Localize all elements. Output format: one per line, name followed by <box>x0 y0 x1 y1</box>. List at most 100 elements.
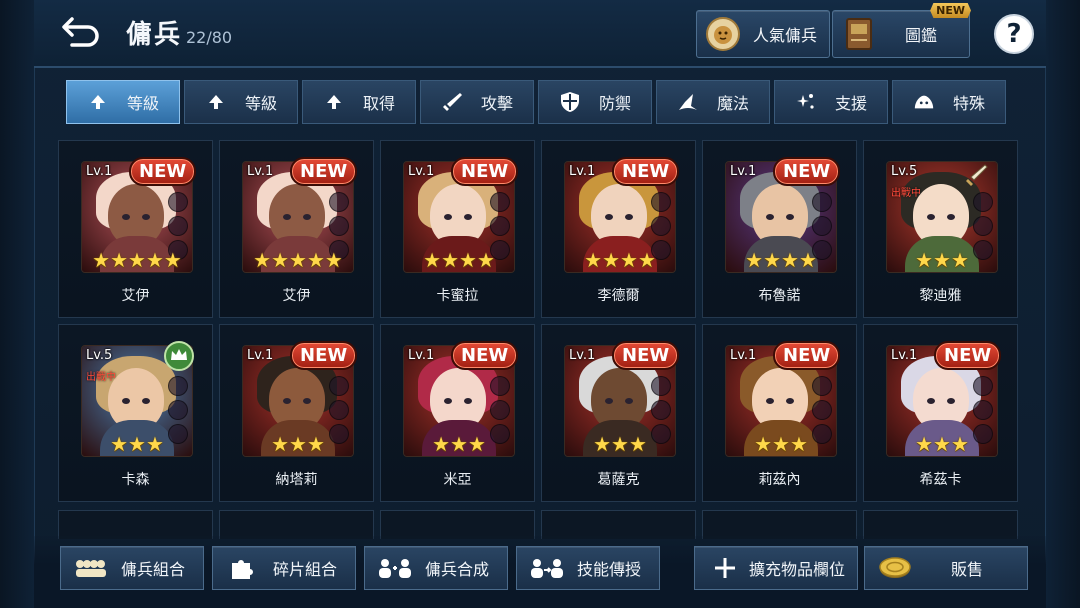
star-icon: ★ <box>450 432 468 456</box>
mercenary-grid: Lv.1 ★ ★ ★ ★ ★ NEW 艾伊 Lv.1 ★ ★ ★ ★ ★ NEW 艾伊 Lv.1 ★ ★ ★ ★ NEW 卡… <box>58 140 1022 502</box>
star-icon: ★ <box>745 248 764 272</box>
bottom-button-5[interactable]: 販售 <box>864 546 1028 590</box>
star-icon: ★ <box>324 248 343 272</box>
card-peek <box>58 510 213 539</box>
star-icon: ★ <box>933 432 951 456</box>
book-icon <box>846 18 872 50</box>
mercenary-card[interactable]: Lv.1 ★ ★ ★ NEW 納塔莉 <box>219 324 374 502</box>
star-icon: ★ <box>110 432 129 456</box>
bottom-button-2[interactable]: 傭兵合成 <box>364 546 508 590</box>
filter-tab-7[interactable]: 特殊 <box>892 80 1006 124</box>
filter-tab-label: 防禦 <box>598 94 631 113</box>
filter-tab-4[interactable]: 防禦 <box>538 80 652 124</box>
level-label: Lv.1 <box>247 348 274 363</box>
next-row-peek <box>58 510 1022 539</box>
star-rating: ★ ★ ★ <box>565 434 675 454</box>
bottom-button-4[interactable]: 擴充物品欄位 <box>694 546 858 590</box>
mercenary-name: 米亞 <box>443 472 472 488</box>
star-icon: ★ <box>602 248 620 272</box>
level-label: Lv.5 <box>891 164 918 179</box>
mercenary-card[interactable]: Lv.1 ★ ★ ★ ★ NEW 布魯諾 <box>702 140 857 318</box>
bottom-button-label: 技能傳授 <box>576 560 641 579</box>
back-button[interactable] <box>58 12 104 52</box>
star-icon: ★ <box>289 432 307 456</box>
mercenary-card[interactable]: Lv.1 ★ ★ ★ ★ NEW 李德爾 <box>541 140 696 318</box>
filter-tab-3[interactable]: 攻擊 <box>420 80 534 124</box>
filter-tab-label: 攻擊 <box>480 94 513 113</box>
mercenary-count: 22/80 <box>186 28 233 47</box>
star-icon: ★ <box>789 432 808 456</box>
star-rating: ★ ★ ★ ★ <box>726 250 836 270</box>
shield-icon <box>559 91 581 113</box>
filter-tab-label: 等級 <box>126 94 159 113</box>
card-peek <box>380 510 535 539</box>
encyclopedia-button[interactable]: 圖鑑 NEW <box>832 3 971 58</box>
new-badge: NEW <box>129 157 197 186</box>
mercenary-name: 希茲卡 <box>919 472 962 488</box>
star-icon: ★ <box>92 248 111 272</box>
mercenary-card[interactable]: Lv.1 ★ ★ ★ NEW 希茲卡 <box>863 324 1018 502</box>
star-icon: ★ <box>163 248 182 272</box>
mercenary-card[interactable]: Lv.1 ★ ★ ★ ★ ★ NEW 艾伊 <box>219 140 374 318</box>
attack-class-icon <box>963 163 993 193</box>
new-badge: NEW <box>451 157 519 186</box>
bottom-button-label: 傭兵組合 <box>120 560 185 579</box>
bottom-button-3[interactable]: 技能傳授 <box>516 546 660 590</box>
level-label: Lv.1 <box>408 164 435 179</box>
mercenary-card[interactable]: Lv.1 ★ ★ ★ NEW 葛薩克 <box>541 324 696 502</box>
star-icon: ★ <box>145 248 164 272</box>
new-badge: NEW <box>612 157 680 186</box>
filter-tab-label: 等級 <box>244 94 277 113</box>
star-icon: ★ <box>781 248 799 272</box>
filter-tab-5[interactable]: 魔法 <box>656 80 770 124</box>
star-icon: ★ <box>306 432 325 456</box>
star-icon: ★ <box>476 248 495 272</box>
star-icon: ★ <box>584 248 603 272</box>
bottom-button-1[interactable]: 碎片組合 <box>212 546 356 590</box>
left-decoration <box>0 0 36 608</box>
star-icon: ★ <box>754 432 773 456</box>
star-icon: ★ <box>306 248 325 272</box>
star-icon: ★ <box>110 248 129 272</box>
star-rating: ★ ★ ★ ★ ★ <box>82 250 192 270</box>
wizard-hat-icon <box>677 91 699 113</box>
filter-tab-label: 支援 <box>834 94 867 113</box>
star-icon: ★ <box>763 248 781 272</box>
filter-tab-6[interactable]: 支援 <box>774 80 888 124</box>
star-rating: ★ ★ ★ ★ <box>565 250 675 270</box>
right-decoration <box>1044 0 1080 608</box>
new-badge: NEW <box>612 341 680 370</box>
sparkle-icon <box>795 91 817 113</box>
filter-tab-2[interactable]: 取得 <box>302 80 416 124</box>
new-badge: NEW <box>773 157 841 186</box>
mercenary-name: 卡森 <box>121 472 150 488</box>
bottom-button-0[interactable]: 傭兵組合 <box>60 546 204 590</box>
mercenary-name: 莉茲內 <box>758 472 801 488</box>
arrow-up-icon <box>323 91 345 113</box>
sort-filter-bar: 等級 等級 取得 攻擊 防禦 魔法 支援 特殊 <box>66 80 1006 124</box>
filter-tab-0[interactable]: 等級 <box>66 80 180 124</box>
mercenary-name: 李德爾 <box>597 288 640 304</box>
mercenary-card[interactable]: Lv.5 出戰中 ★ ★ ★ 黎迪雅 <box>863 140 1018 318</box>
mercenary-card[interactable]: Lv.1 ★ ★ ★ ★ ★ NEW 艾伊 <box>58 140 213 318</box>
back-arrow-icon <box>62 17 99 47</box>
level-label: Lv.1 <box>247 164 274 179</box>
level-label: Lv.1 <box>569 164 596 179</box>
level-label: Lv.1 <box>730 164 757 179</box>
filter-tab-1[interactable]: 等級 <box>184 80 298 124</box>
star-rating: ★ ★ ★ <box>243 434 353 454</box>
mercenary-card[interactable]: Lv.1 ★ ★ ★ NEW 米亞 <box>380 324 535 502</box>
header-bar: 傭兵 22/80 人氣傭兵 圖鑑 NEW ? <box>34 0 1046 68</box>
mercenary-name: 艾伊 <box>121 288 150 304</box>
help-button[interactable]: ? <box>994 14 1034 54</box>
filter-tab-label: 魔法 <box>716 94 749 113</box>
arrow-up-icon <box>205 91 227 113</box>
plus-icon <box>705 553 745 583</box>
card-peek <box>541 510 696 539</box>
star-icon: ★ <box>253 248 272 272</box>
mercenary-card[interactable]: Lv.5 出戰中 ★ ★ ★ 卡森 <box>58 324 213 502</box>
sword-icon <box>441 91 463 113</box>
mercenary-card[interactable]: Lv.1 ★ ★ ★ ★ NEW 卡蜜拉 <box>380 140 535 318</box>
popular-mercenary-button[interactable]: 人氣傭兵 <box>696 10 830 58</box>
mercenary-card[interactable]: Lv.1 ★ ★ ★ NEW 莉茲內 <box>702 324 857 502</box>
